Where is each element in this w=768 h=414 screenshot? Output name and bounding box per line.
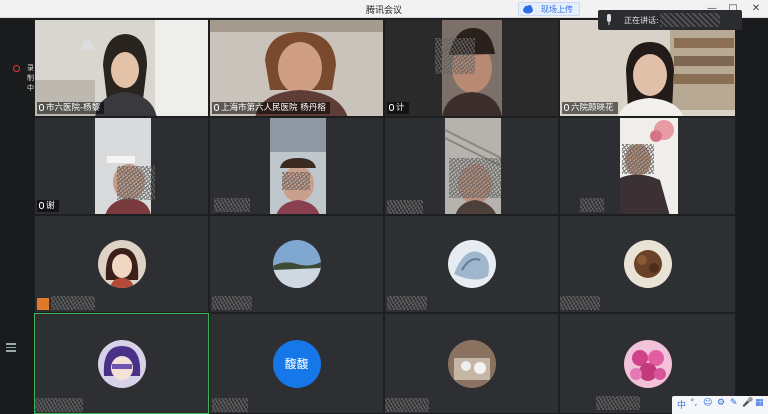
avatar: 馥馥: [272, 339, 321, 388]
redaction: [51, 296, 95, 310]
avatar: [623, 339, 672, 388]
video-tile-4[interactable]: 六院顾晓花: [559, 19, 736, 117]
redaction: [212, 296, 252, 310]
participant-name: 上海市第六人民医院 杨丹榕: [212, 102, 330, 114]
avatar-image: [97, 240, 146, 288]
cloud-icon: [523, 5, 533, 14]
avatar: [623, 240, 672, 288]
redaction: [385, 398, 429, 412]
avatar-image: [623, 240, 672, 288]
redaction: [560, 296, 600, 310]
redaction: [596, 396, 640, 410]
punctuation-icon[interactable]: °,: [690, 398, 697, 408]
video-tile-9[interactable]: [34, 215, 209, 313]
mic-icon: [214, 104, 219, 111]
redaction: [660, 13, 720, 27]
mic-icon: [39, 104, 44, 111]
pen-icon[interactable]: ✎: [730, 398, 738, 408]
input-tray: 中 °, ☺ ⚙ ✎ 🎤 ▦: [672, 396, 768, 414]
redaction: [212, 398, 248, 412]
avatar-image: [623, 339, 672, 388]
video-tile-7[interactable]: [384, 117, 559, 215]
redaction: [214, 198, 250, 212]
ime-chinese-toggle[interactable]: 中: [677, 398, 686, 411]
redaction: [387, 200, 423, 214]
mic-icon: [389, 104, 394, 111]
video-tile-2[interactable]: 上海市第六人民医院 杨丹榕: [209, 19, 384, 117]
video-tile-1[interactable]: 市六医院-杨黎: [34, 19, 209, 117]
redaction: [435, 38, 475, 74]
mic-icon: [564, 104, 569, 111]
video-tile-14[interactable]: 馥馥: [209, 313, 384, 414]
participant-name: 计: [387, 102, 409, 114]
avatar-image: [447, 240, 496, 288]
avatar: [97, 240, 146, 288]
video-tile-15[interactable]: [384, 313, 559, 414]
recording-label: 录制中: [27, 64, 34, 92]
grid-icon[interactable]: ▦: [755, 398, 764, 408]
mic-icon: [607, 14, 611, 25]
meeting-window: 腾讯会议 现场上传 — □ ✕ 录制中 市六医院-杨黎 上海市第六人民医院 杨丹…: [0, 0, 768, 414]
avatar: [272, 240, 321, 288]
upload-button[interactable]: 现场上传: [518, 2, 580, 16]
video-tile-11[interactable]: [384, 215, 559, 313]
video-tile-6[interactable]: [209, 117, 384, 215]
avatar: [447, 240, 496, 288]
close-icon[interactable]: ✕: [748, 1, 764, 17]
participant-name: 谢: [37, 200, 59, 212]
right-rail: [736, 19, 768, 414]
speaking-indicator: 正在讲话:: [598, 10, 742, 30]
participant-name: 市六医院-杨黎: [37, 102, 105, 114]
video-tile-3[interactable]: 计: [384, 19, 559, 117]
redaction: [282, 172, 310, 190]
host-icon: [37, 298, 49, 310]
emoji-icon[interactable]: ☺: [703, 398, 712, 408]
video-tile-5[interactable]: 谢: [34, 117, 209, 215]
avatar-image: [272, 240, 321, 288]
active-speaker-frame: [34, 313, 209, 414]
video-grid: 市六医院-杨黎 上海市第六人民医院 杨丹榕 计 六院顾晓花 谢 馥馥: [34, 19, 736, 414]
redaction: [622, 144, 654, 174]
speaking-label: 正在讲话:: [624, 16, 659, 25]
redaction: [387, 296, 427, 310]
participant-name: 六院顾晓花: [562, 102, 618, 114]
upload-label: 现场上传: [541, 5, 573, 14]
list-icon[interactable]: [6, 343, 16, 354]
redaction: [117, 166, 155, 200]
mic-icon: [39, 202, 44, 209]
avatar-image: [447, 339, 496, 388]
mic-icon[interactable]: 🎤: [742, 398, 753, 408]
video-tile-8[interactable]: [559, 117, 736, 215]
video-tile-10[interactable]: [209, 215, 384, 313]
video-tile-12[interactable]: [559, 215, 736, 313]
settings-icon[interactable]: ⚙: [717, 398, 725, 408]
left-rail: 录制中: [0, 19, 34, 414]
recording-icon: [13, 65, 20, 72]
avatar: [447, 339, 496, 388]
redaction: [449, 158, 501, 198]
redaction: [580, 198, 604, 212]
